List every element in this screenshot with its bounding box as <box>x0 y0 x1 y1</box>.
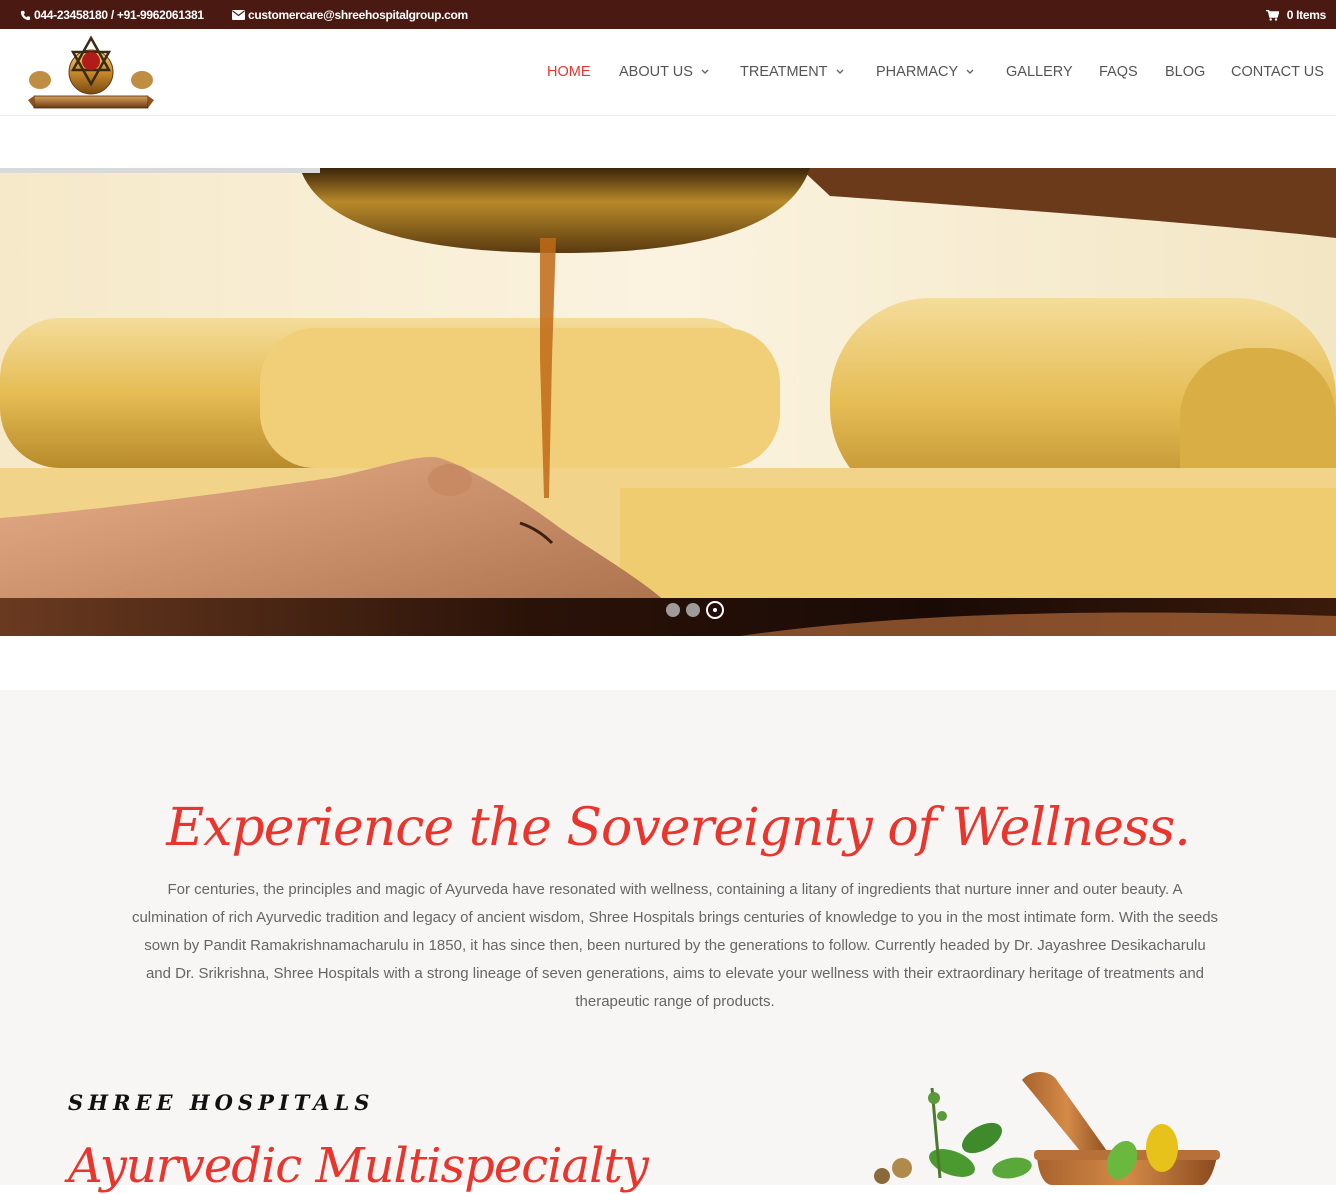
nav-pharmacy[interactable]: PHARMACY <box>876 64 974 80</box>
cart-count: 0 Items <box>1286 8 1327 22</box>
nav-home[interactable]: HOME <box>547 64 591 80</box>
chevron-down-icon <box>701 69 709 74</box>
nav-about-label: ABOUT US <box>619 64 693 80</box>
email-address: customercare@shreehospitalgroup.com <box>248 8 468 22</box>
nav-treatment-label: TREATMENT <box>740 64 828 80</box>
section-subheading: Ayurvedic Multispecialty <box>68 1138 649 1194</box>
nav-home-label: HOME <box>547 64 591 80</box>
phone-contact[interactable]: 044-23458180 / +91-9962061381 <box>20 8 204 22</box>
cart-link[interactable]: 0 Items <box>1265 8 1327 22</box>
nav-contact-label: CONTACT US <box>1231 64 1324 80</box>
intro-paragraph: For centuries, the principles and magic … <box>131 881 1219 1010</box>
nav-about-us[interactable]: ABOUT US <box>619 64 709 80</box>
slider-progress-bar <box>0 168 320 173</box>
nav-blog-label: BLOG <box>1165 64 1206 80</box>
chevron-down-icon <box>836 69 844 74</box>
section-eyebrow: SHREE HOSPITALS <box>68 1090 375 1115</box>
site-header: HOME ABOUT US TREATMENT PHARMACY GALLERY… <box>0 29 1336 116</box>
slide-dot-2[interactable] <box>686 603 700 617</box>
top-bar: 044-23458180 / +91-9962061381 customerca… <box>0 0 1336 29</box>
slider-pagination <box>666 600 730 620</box>
nav-gallery[interactable]: GALLERY <box>1006 64 1073 80</box>
intro-section: Experience the Sovereignty of Wellness. … <box>0 690 1336 1194</box>
phone-icon <box>20 10 31 20</box>
section-headline: Experience the Sovereignty of Wellness. <box>166 798 1191 858</box>
email-contact[interactable]: customercare@shreehospitalgroup.com <box>232 8 468 22</box>
nav-faqs-label: FAQS <box>1099 64 1138 80</box>
hero-image-shirodhara <box>0 168 1336 636</box>
phone-number: 044-23458180 / +91-9962061381 <box>34 8 204 22</box>
herbs-mortar-image <box>874 1071 1220 1185</box>
nav-gallery-label: GALLERY <box>1006 64 1073 80</box>
envelope-icon <box>232 10 245 20</box>
nav-treatment[interactable]: TREATMENT <box>740 64 844 80</box>
nav-pharmacy-label: PHARMACY <box>876 64 959 80</box>
nav-blog[interactable]: BLOG <box>1165 64 1205 80</box>
slide-dot-3-active[interactable] <box>706 601 724 619</box>
hero-slider[interactable] <box>0 168 1336 636</box>
nav-faqs[interactable]: FAQS <box>1099 64 1138 80</box>
nav-contact-us[interactable]: CONTACT US <box>1231 64 1324 80</box>
chevron-down-icon <box>966 69 974 74</box>
main-navigation: HOME ABOUT US TREATMENT PHARMACY GALLERY… <box>0 64 1336 84</box>
slide-dot-1[interactable] <box>666 603 680 617</box>
cart-icon <box>1265 9 1279 21</box>
